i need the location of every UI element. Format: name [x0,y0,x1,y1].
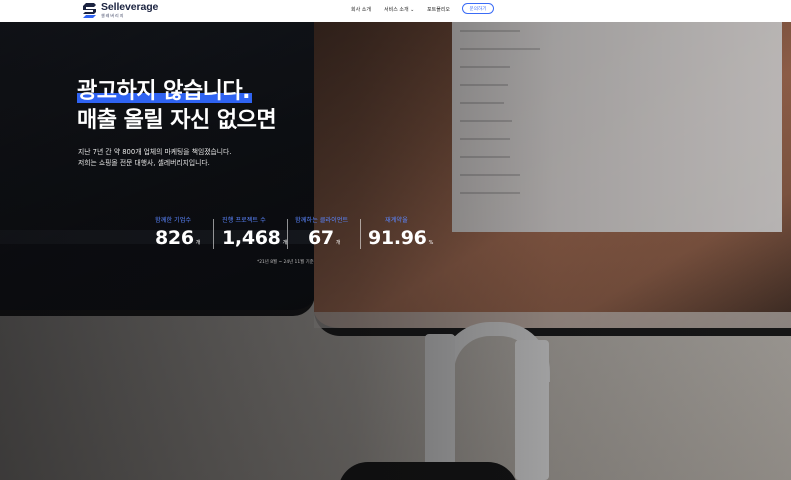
stat-divider [360,219,361,249]
stat-value: 67 [308,227,334,249]
logo-subtitle: 셀레버리지 [101,12,125,18]
hero-headline: 매출 올릴 자신 없으면 [77,108,277,133]
stat-divider [287,219,288,249]
stat-unit: 개 [195,240,201,246]
contact-button[interactable]: 문의하기 [462,3,494,14]
nav-item-services[interactable]: 서비스 소개 ⌄ [384,6,414,13]
stat-label: 진행 프로젝트 수 [222,217,266,224]
nav-item-company[interactable]: 회사 소개 [351,6,371,13]
logo-mark-icon [82,2,97,19]
hero-description-line: 지난 7년 간 약 800개 업체의 마케팅을 책임졌습니다. [78,148,232,156]
nav-item-portfolio[interactable]: 포트폴리오 [427,6,450,13]
stat-companies: 함께한 기업수 826 개 [155,215,200,249]
stat-label: 재계약율 [385,217,408,224]
hero-headline-highlight: 광고하지 않습니다. [77,79,252,104]
logo[interactable]: Selleverage 셀레버리지 [82,0,158,20]
stat-label: 함께하는 클라이언트 [295,217,349,224]
stat-label: 함께한 기업수 [155,217,192,224]
stat-value: 1,468 [222,227,281,249]
stat-renewal-rate: 재계약율 91.96 % [368,215,433,249]
stat-unit: 개 [335,240,341,246]
stats-footnote: *21년 8월 ~ 24년 11월 기준 [257,260,314,265]
stat-projects: 진행 프로젝트 수 1,468 개 [222,215,287,249]
stat-divider [213,219,214,249]
logo-wordmark: Selleverage [101,1,159,14]
hero-description-line: 저희는 쇼핑몰 전문 대행사, 셀레버리지입니다. [78,158,210,167]
hero-description: 지난 7년 간 약 800개 업체의 마케팅을 책임졌습니다. 저희는 쇼핑몰 … [78,147,318,169]
stat-value: 826 [155,227,194,249]
site-header: Selleverage 셀레버리지 회사 소개 서비스 소개 ⌄ 포트폴리오 문… [0,0,791,22]
stat-clients: 함께하는 클라이언트 67 개 [295,215,348,249]
stat-value: 91.96 [368,227,427,249]
stat-unit: % [428,240,434,246]
